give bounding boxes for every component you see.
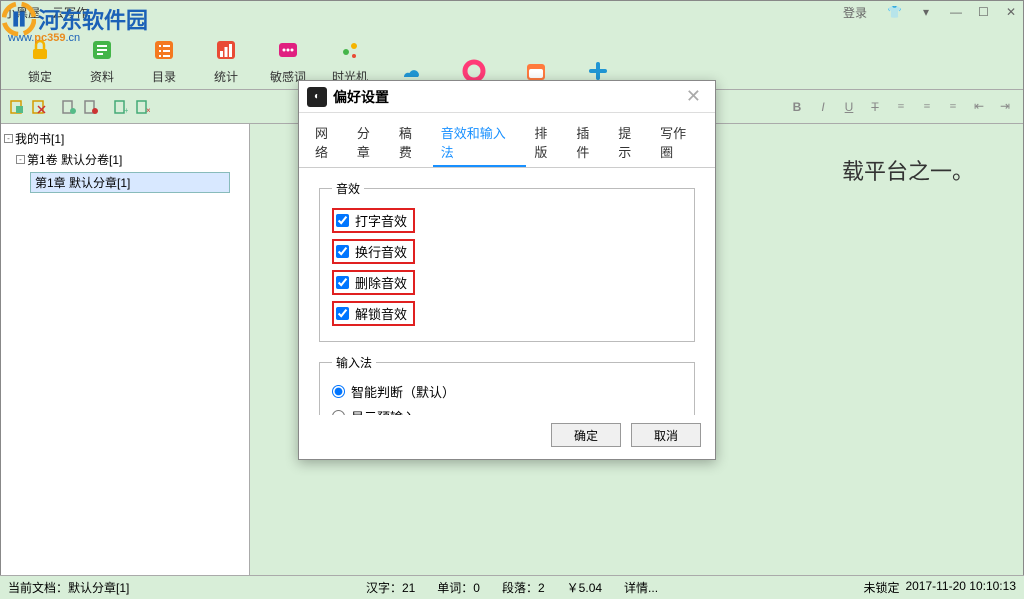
ime-fieldset: 输入法 智能判断（默认） 显示预输入 隐藏预输入: [319, 354, 695, 415]
chk-delete-sound[interactable]: [336, 276, 349, 289]
status-doc: 当前文档：默认分章[1]: [8, 579, 129, 596]
italic-button[interactable]: I: [814, 98, 832, 116]
status-bar: 当前文档：默认分章[1] 汉字：21 单词：0 段落：2 ￥5.04 详情...…: [0, 575, 1024, 599]
close-button[interactable]: ✕: [1000, 5, 1020, 19]
outdent-button[interactable]: ⇤: [970, 98, 988, 116]
toolbar-material[interactable]: 资料: [82, 36, 122, 85]
chk-newline-sound[interactable]: [336, 245, 349, 258]
shirt-icon[interactable]: 👕: [881, 5, 908, 19]
tab-fee[interactable]: 稿费: [391, 119, 433, 167]
status-detail[interactable]: 详情...: [624, 579, 658, 596]
toolbar-timemachine[interactable]: 时光机: [330, 36, 370, 85]
status-words: 单词：0: [437, 579, 480, 596]
dialog-tabs: 网络 分章 稿费 音效和输入法 排版 插件 提示 写作圈: [299, 113, 715, 168]
tab-network[interactable]: 网络: [307, 119, 349, 167]
subtool-2[interactable]: [30, 98, 48, 116]
tree-chapter-selected[interactable]: 第1章 默认分章[1]: [30, 172, 230, 193]
maximize-button[interactable]: ☐: [972, 5, 992, 19]
preferences-dialog: ◐ 偏好设置 ✕ 网络 分章 稿费 音效和输入法 排版 插件 提示 写作圈 音效…: [298, 80, 716, 460]
login-link[interactable]: 登录: [837, 4, 873, 21]
sound-fieldset: 音效 打字音效 换行音效 删除音效 解锁音效: [319, 180, 695, 342]
status-hanzi: 汉字：21: [366, 579, 415, 596]
dialog-title: 偏好设置: [333, 87, 389, 107]
bold-button[interactable]: B: [788, 98, 806, 116]
tree-volume[interactable]: 第1卷 默认分卷[1]: [27, 151, 122, 168]
cancel-button[interactable]: 取消: [631, 423, 701, 447]
title-bar: 小黑屋 云写作 登录 👕 ▾ — ☐ ✕: [0, 0, 1024, 24]
tab-plugin[interactable]: 插件: [568, 119, 610, 167]
dropdown-icon[interactable]: ▾: [916, 5, 936, 19]
status-price: ￥5.04: [567, 579, 602, 596]
svg-text:+: +: [124, 106, 128, 114]
sidebar: -我的书[1] -第1卷 默认分卷[1] 第1章 默认分章[1]: [0, 124, 250, 575]
minimize-button[interactable]: —: [944, 5, 964, 19]
chk-unlock-sound[interactable]: [336, 307, 349, 320]
status-datetime: 2017-11-20 10:10:13: [905, 579, 1016, 596]
toolbar-lock[interactable]: 锁定: [20, 36, 60, 85]
toolbar-catalog[interactable]: 目录: [144, 36, 184, 85]
subtool-1[interactable]: [8, 98, 26, 116]
dialog-icon: ◐: [307, 87, 327, 107]
svg-text:×: ×: [146, 106, 150, 114]
subtool-6[interactable]: ×: [134, 98, 152, 116]
align-left-button[interactable]: ≡: [892, 98, 910, 116]
app-title: 小黑屋 云写作: [4, 4, 88, 21]
align-right-button[interactable]: ≡: [944, 98, 962, 116]
status-paras: 段落：2: [502, 579, 545, 596]
tab-chapter[interactable]: 分章: [349, 119, 391, 167]
indent-button[interactable]: ⇥: [996, 98, 1014, 116]
ok-button[interactable]: 确定: [551, 423, 621, 447]
chk-typing-sound[interactable]: [336, 214, 349, 227]
strike-button[interactable]: T: [866, 98, 884, 116]
sound-legend: 音效: [332, 180, 364, 197]
subtool-3[interactable]: [60, 98, 78, 116]
toolbar-stats[interactable]: 统计: [206, 36, 246, 85]
underline-button[interactable]: U: [840, 98, 858, 116]
radio-ime-auto[interactable]: [332, 385, 345, 398]
tab-circle[interactable]: 写作圈: [652, 119, 707, 167]
subtool-4[interactable]: [82, 98, 100, 116]
tree-root[interactable]: 我的书[1]: [15, 130, 64, 147]
subtool-5[interactable]: +: [112, 98, 130, 116]
tab-tip[interactable]: 提示: [610, 119, 652, 167]
status-lock: 未锁定: [863, 579, 899, 596]
tab-sound-ime[interactable]: 音效和输入法: [433, 119, 527, 167]
toolbar-sensitive[interactable]: 敏感词: [268, 36, 308, 85]
align-center-button[interactable]: ≡: [918, 98, 936, 116]
ime-legend: 输入法: [332, 354, 376, 371]
dialog-close-button[interactable]: ✕: [680, 86, 707, 107]
tab-format[interactable]: 排版: [526, 119, 568, 167]
